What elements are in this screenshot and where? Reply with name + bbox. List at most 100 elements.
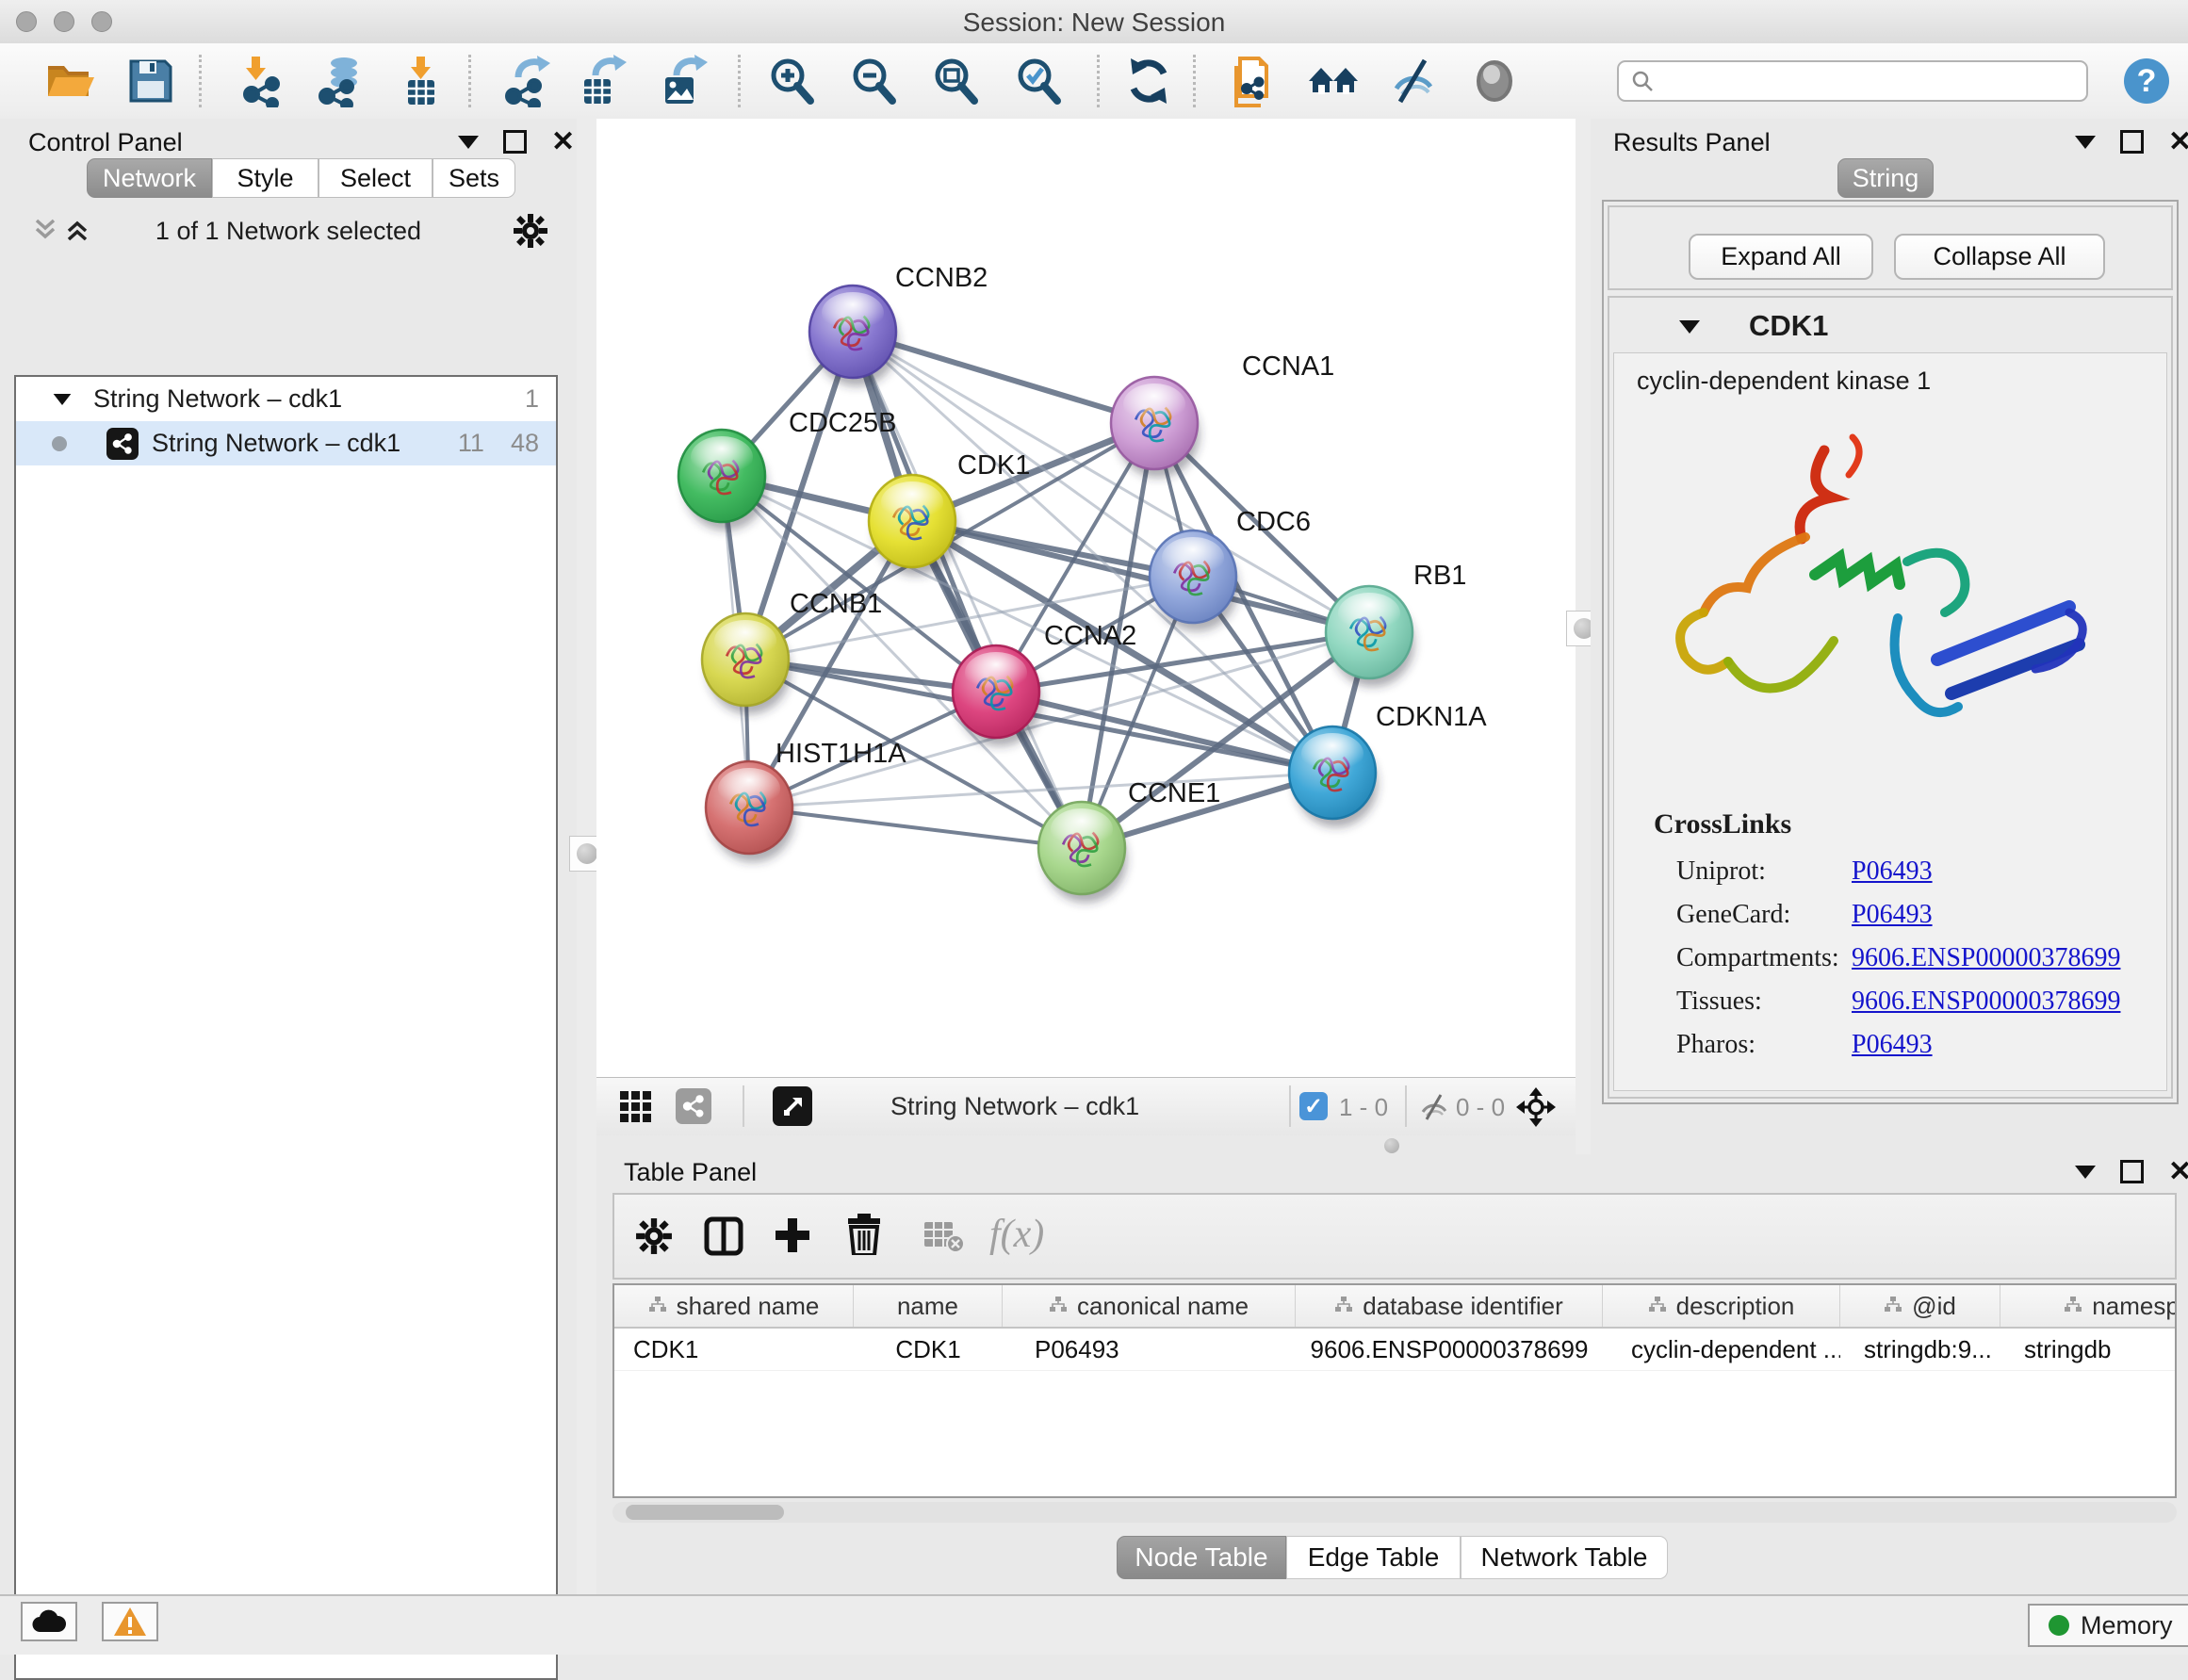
title-bar: Session: New Session [0, 0, 2188, 44]
tab-style[interactable]: Style [212, 158, 318, 198]
column-header-description[interactable]: description [1603, 1285, 1840, 1327]
table-cell[interactable]: 9606.ENSP00000378699 [1296, 1329, 1603, 1370]
left-splitter[interactable] [577, 119, 596, 1594]
warning-button[interactable] [102, 1602, 158, 1641]
node-CDKN1A[interactable]: CDKN1A [1289, 702, 1487, 827]
export-image-icon[interactable] [656, 53, 712, 109]
column-header-namespace[interactable]: namespace [2000, 1285, 2177, 1327]
zoom-fit-icon[interactable] [927, 53, 984, 109]
share-document-icon[interactable] [1225, 53, 1282, 109]
add-column-icon[interactable] [773, 1215, 812, 1260]
open-session-icon[interactable] [41, 53, 98, 109]
table-cell[interactable]: P06493 [1003, 1329, 1296, 1370]
tab-select[interactable]: Select [318, 158, 433, 198]
expand-all-button[interactable]: Expand All [1689, 234, 1873, 280]
selected-count: 1 - 0 [1339, 1093, 1388, 1122]
table-cell[interactable]: stringdb [2000, 1329, 2177, 1370]
toolbar-separator [1289, 1085, 1291, 1127]
control-panel-close-icon[interactable]: ✕ [551, 133, 575, 152]
right-splitter[interactable] [1576, 119, 1591, 1154]
network-canvas[interactable]: CCNB2CCNA1CDC25BCDK1CDC6RB1CCNB1CCNA2CDK… [596, 119, 1576, 1077]
export-network-icon[interactable] [499, 53, 556, 109]
table-cell[interactable]: stringdb:9... [1840, 1329, 2000, 1370]
node-CCNA1[interactable]: CCNA1 [1111, 351, 1334, 478]
network-options-gear-icon[interactable] [513, 213, 548, 253]
table-row[interactable]: CDK1CDK1P064939606.ENSP00000378699cyclin… [614, 1329, 2175, 1371]
node-CCNE1[interactable]: CCNE1 [1038, 778, 1220, 903]
memory-button[interactable]: Memory [2028, 1604, 2188, 1647]
node-RB1[interactable]: RB1 [1326, 561, 1466, 687]
column-header-name[interactable]: name [854, 1285, 1003, 1327]
column-header--id[interactable]: @id [1840, 1285, 2000, 1327]
table-cell[interactable]: CDK1 [614, 1329, 854, 1370]
show-all-icon[interactable] [1466, 53, 1523, 109]
cloud-icon [31, 1609, 67, 1634]
search-input[interactable] [1655, 66, 2064, 97]
edge-CCNB2-CCNA1[interactable] [853, 332, 1154, 423]
column-type-icon [1648, 1292, 1667, 1321]
table-hscrollbar[interactable] [612, 1502, 2177, 1523]
delete-column-icon[interactable] [844, 1214, 884, 1260]
edge-CCNE1-HIST1H1A[interactable] [749, 807, 1082, 848]
homes-icon[interactable] [1305, 53, 1362, 109]
zoom-selected-icon[interactable] [1010, 53, 1067, 109]
tab-network[interactable]: Network [87, 158, 212, 198]
table-panel-close-icon[interactable]: ✕ [2168, 1163, 2188, 1182]
import-table-icon[interactable] [393, 53, 449, 109]
string-view-icon[interactable] [676, 1088, 711, 1124]
table-cell[interactable]: CDK1 [854, 1329, 1003, 1370]
column-header-label: @id [1912, 1292, 1956, 1321]
zoom-in-icon[interactable] [763, 53, 820, 109]
results-panel-close-icon[interactable]: ✕ [2168, 133, 2188, 152]
table-gear-icon[interactable] [635, 1217, 673, 1260]
control-panel-float-icon[interactable] [503, 130, 527, 154]
control-panel: Control Panel ✕ NetworkStyleSelectSets 1… [0, 119, 577, 1594]
help-icon[interactable]: ? [2118, 53, 2175, 109]
search-field[interactable] [1617, 60, 2088, 102]
node-label-CCNE1: CCNE1 [1128, 778, 1220, 808]
network-collection-row[interactable]: String Network – cdk1 1 [16, 377, 556, 421]
results-panel-float-icon[interactable] [2120, 130, 2144, 154]
crosslink-value[interactable]: P06493 [1852, 900, 1933, 930]
table-panel-menu-icon[interactable] [2075, 1166, 2096, 1179]
node-CCNB2[interactable]: CCNB2 [809, 263, 988, 386]
toolbar-separator [468, 55, 471, 107]
collapse-all-button[interactable]: Collapse All [1894, 234, 2105, 280]
tab-node-table[interactable]: Node Table [1117, 1536, 1286, 1579]
tab-sets[interactable]: Sets [433, 158, 515, 198]
tab-string[interactable]: String [1837, 158, 1934, 198]
cloud-button[interactable] [21, 1602, 77, 1641]
birds-eye-toggle-icon[interactable] [773, 1086, 812, 1126]
cdk1-collapse-icon[interactable] [1679, 320, 1700, 334]
fit-network-icon[interactable] [1514, 1085, 1558, 1134]
zoom-out-icon[interactable] [845, 53, 902, 109]
tab-network-table[interactable]: Network Table [1461, 1536, 1668, 1579]
table-cell[interactable]: cyclin-dependent ... [1603, 1329, 1840, 1370]
collection-label: String Network – cdk1 [93, 384, 342, 414]
table-panel-float-icon[interactable] [2120, 1160, 2144, 1183]
grid-view-icon[interactable] [619, 1090, 653, 1129]
control-panel-menu-icon[interactable] [458, 136, 479, 149]
results-panel-menu-icon[interactable] [2075, 136, 2096, 149]
import-network-icon[interactable] [236, 53, 292, 109]
refresh-icon[interactable] [1120, 53, 1177, 109]
selected-checkbox-icon[interactable]: ✓ [1299, 1092, 1328, 1120]
network-graph[interactable]: CCNB2CCNA1CDC25BCDK1CDC6RB1CCNB1CCNA2CDK… [596, 119, 1576, 1077]
horizontal-splitter-handle[interactable] [1384, 1138, 1399, 1153]
save-session-icon[interactable] [122, 53, 179, 109]
import-database-icon[interactable] [313, 53, 369, 109]
export-table-icon[interactable] [575, 53, 631, 109]
select-columns-icon[interactable] [703, 1215, 744, 1262]
crosslink-value[interactable]: P06493 [1852, 1030, 1933, 1060]
crosslink-value[interactable]: 9606.ENSP00000378699 [1852, 943, 2120, 973]
column-header-canonical-name[interactable]: canonical name [1003, 1285, 1296, 1327]
tab-edge-table[interactable]: Edge Table [1286, 1536, 1461, 1579]
crosslink-value[interactable]: P06493 [1852, 856, 1933, 887]
crosslink-value[interactable]: 9606.ENSP00000378699 [1852, 987, 2120, 1017]
hide-selected-icon[interactable] [1385, 53, 1442, 109]
column-header-database-identifier[interactable]: database identifier [1296, 1285, 1603, 1327]
network-row[interactable]: String Network – cdk1 11 48 [16, 421, 556, 465]
collection-expand-icon[interactable] [54, 394, 72, 405]
table-hscrollbar-thumb[interactable] [626, 1505, 784, 1520]
column-header-shared-name[interactable]: shared name [614, 1285, 854, 1327]
